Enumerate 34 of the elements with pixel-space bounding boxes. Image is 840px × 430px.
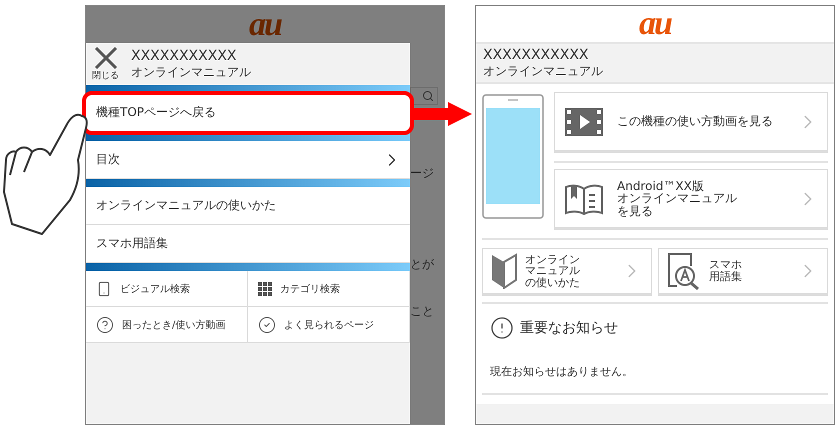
notice-title: 重要なお知らせ <box>520 319 618 337</box>
page-text: とが <box>410 256 435 273</box>
manual-title: オンラインマニュアル <box>483 64 604 79</box>
close-button[interactable]: 閉じる <box>92 46 119 82</box>
device-name: XXXXXXXXXXX <box>483 47 590 64</box>
grid-icon <box>258 282 272 296</box>
menu-item[interactable]: オンラインマニュアルの使いかた <box>86 187 410 225</box>
quick-link[interactable]: ビジュアル検索 <box>86 271 248 307</box>
close-icon <box>94 46 118 68</box>
magnifier-letter-icon <box>667 252 701 290</box>
page-text: ージ <box>410 165 435 182</box>
link-card[interactable]: Android™XX版 オンラインマニュアル を見る <box>554 169 828 230</box>
manual-title: オンラインマニュアル <box>131 65 251 80</box>
search-icon <box>422 90 434 102</box>
menu-item[interactable]: スマホ用語集 <box>86 225 410 263</box>
leaf-mark-icon <box>491 253 517 289</box>
check-circle-icon <box>258 316 276 334</box>
notice-text: 現在お知らせはありません。 <box>489 364 634 380</box>
alert-icon <box>490 316 514 340</box>
quick-link[interactable]: カテゴリ検索 <box>248 271 410 307</box>
device-name: XXXXXXXXXXX <box>131 48 238 65</box>
quick-link[interactable]: よく見られるページ <box>248 307 410 343</box>
link-card[interactable]: オンライン マニュアル の使いかた <box>482 248 652 296</box>
logo: au <box>249 8 281 42</box>
page-text: こと <box>410 303 435 320</box>
smartphone-icon <box>96 280 112 296</box>
logo: au <box>639 7 671 41</box>
film-play-icon <box>565 108 603 136</box>
link-card[interactable]: この機種の使い方動画を見る <box>554 92 828 153</box>
link-card[interactable]: スマホ 用語集 <box>658 248 828 296</box>
quick-link[interactable]: 困ったとき/使い方動画 <box>86 307 248 343</box>
book-icon <box>565 182 603 214</box>
menu-item[interactable]: 目次 <box>86 141 410 179</box>
help-icon <box>96 316 114 334</box>
